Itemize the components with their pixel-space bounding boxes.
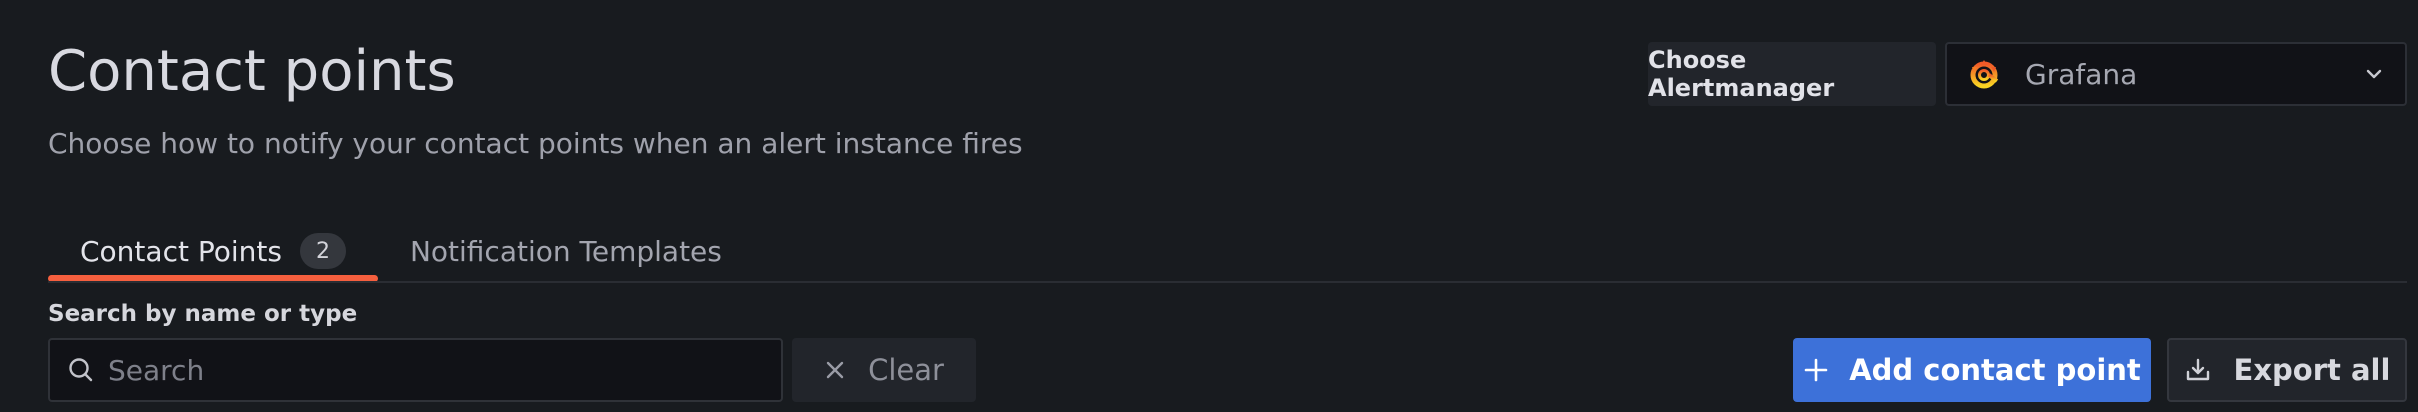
contact-points-page: Contact points Choose how to notify your… (0, 0, 2418, 412)
clear-button[interactable]: Clear (792, 338, 976, 402)
search-icon (69, 358, 93, 382)
download-icon (2186, 358, 2209, 381)
tab-notification-templates-label: Notification Templates (409, 234, 722, 268)
close-icon (826, 361, 844, 379)
choose-alertmanager-label: Choose Alertmanager (1648, 42, 1936, 106)
tab-bar: Contact Points 2 Notification Templates (48, 220, 754, 282)
chevron-down-icon (2366, 69, 2382, 79)
contact-points-count-badge: 2 (299, 233, 346, 269)
tab-divider (48, 281, 2407, 283)
search-input[interactable] (106, 352, 765, 388)
grafana-logo-icon (1970, 60, 1999, 89)
alertmanager-select[interactable]: Grafana (1945, 42, 2407, 106)
page-title: Contact points (48, 39, 456, 104)
export-all-label: Export all (2233, 353, 2391, 387)
search-field[interactable] (48, 338, 783, 402)
export-all-button[interactable]: Export all (2167, 338, 2407, 402)
page-subtitle: Choose how to notify your contact points… (48, 127, 1023, 160)
tab-contact-points[interactable]: Contact Points 2 (48, 220, 378, 282)
plus-icon (1804, 358, 1828, 382)
add-contact-point-label: Add contact point (1849, 353, 2141, 387)
search-label: Search by name or type (48, 301, 358, 327)
tab-notification-templates[interactable]: Notification Templates (378, 220, 754, 282)
alertmanager-selected-value: Grafana (2025, 57, 2138, 91)
tab-contact-points-label: Contact Points (80, 234, 282, 268)
add-contact-point-button[interactable]: Add contact point (1793, 338, 2151, 402)
clear-button-label: Clear (868, 353, 944, 387)
